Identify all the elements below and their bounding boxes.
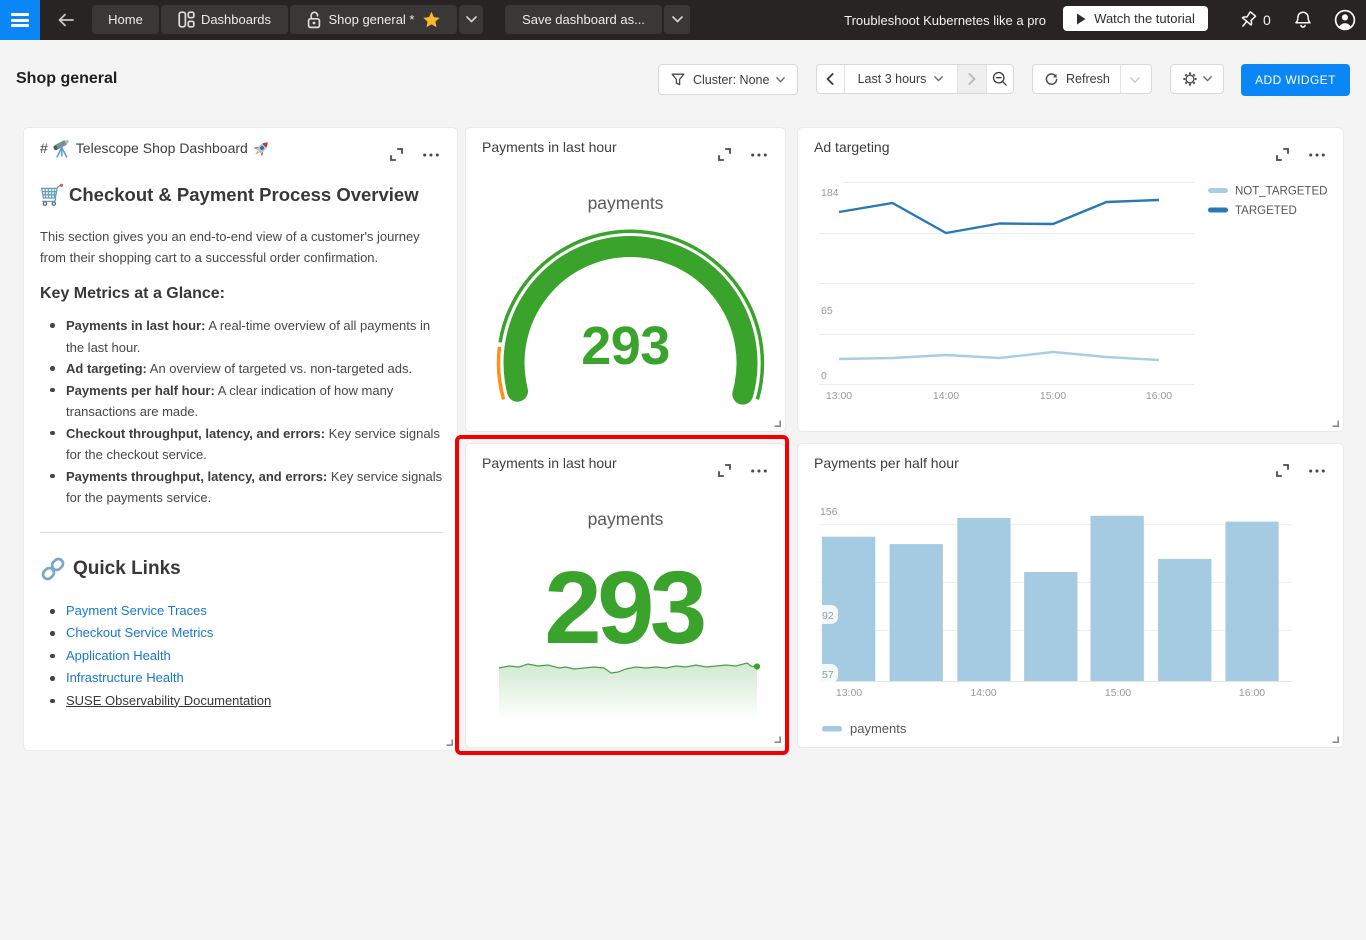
svg-text:16:00: 16:00 [1239,687,1265,699]
svg-text:156: 156 [820,506,838,518]
svg-text:57: 57 [822,669,834,681]
svg-text:13:00: 13:00 [826,390,852,402]
svg-text:0: 0 [821,370,827,382]
svg-text:65: 65 [821,305,833,317]
svg-text:14:00: 14:00 [970,687,996,699]
svg-text:13:00: 13:00 [836,687,862,699]
svg-text:NOT_TARGETED: NOT_TARGETED [1235,186,1327,198]
svg-text:16:00: 16:00 [1146,390,1172,402]
svg-text:15:00: 15:00 [1105,687,1131,699]
svg-text:184: 184 [821,187,839,199]
svg-text:14:00: 14:00 [933,390,959,402]
svg-text:TARGETED: TARGETED [1235,205,1297,217]
svg-text:15:00: 15:00 [1040,390,1066,402]
svg-text:payments: payments [850,721,907,736]
svg-text:92: 92 [822,610,834,622]
